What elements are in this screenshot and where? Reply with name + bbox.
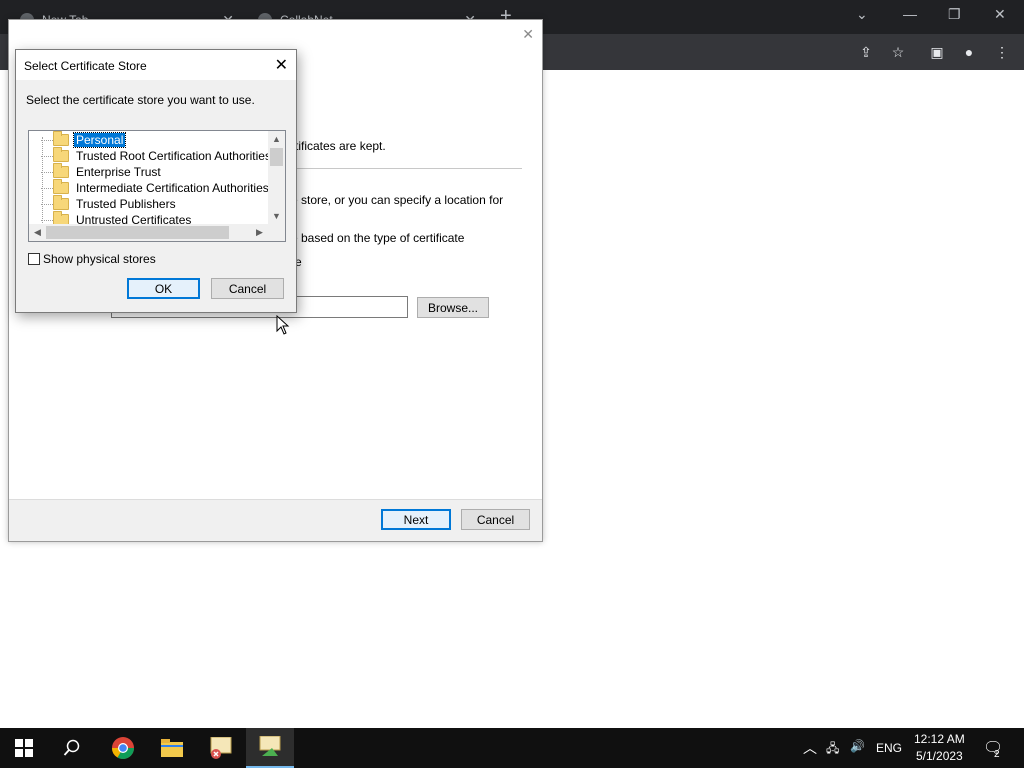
cancel-button[interactable]: Cancel <box>211 278 284 299</box>
divider <box>285 168 522 169</box>
browse-button[interactable]: Browse... <box>417 297 489 318</box>
chrome-taskbar-button[interactable] <box>99 728 147 768</box>
certificate-icon <box>210 737 232 759</box>
tree-item-label: Personal <box>72 132 127 148</box>
tree-item-label: Intermediate Certification Authorities <box>76 181 269 195</box>
vertical-scrollbar[interactable]: ▲ ▼ <box>268 131 285 224</box>
wizard-store-text: e store, or you can specify a location f… <box>291 193 504 207</box>
search-button[interactable] <box>48 728 96 768</box>
language-indicator[interactable]: ENG <box>876 741 902 755</box>
start-button[interactable] <box>0 728 48 768</box>
tree-item-intermediate[interactable]: Intermediate Certification Authorities <box>29 179 271 196</box>
scroll-down-icon[interactable]: ▼ <box>268 208 285 224</box>
side-panel-icon[interactable]: ▣ <box>929 44 945 60</box>
folder-icon <box>53 195 69 210</box>
tree-item-trusted-publishers[interactable]: Trusted Publishers <box>29 195 178 212</box>
tree-item-label: Trusted Publishers <box>76 197 176 211</box>
clock-date[interactable]: 5/1/2023 <box>916 749 963 763</box>
show-physical-stores-checkbox[interactable] <box>28 253 40 265</box>
chrome-icon <box>112 737 134 759</box>
close-window-icon[interactable]: ✕ <box>994 6 1006 23</box>
folder-icon <box>53 179 69 194</box>
wizard-footer: Next Cancel <box>9 499 542 541</box>
folder-icon <box>161 739 183 757</box>
profile-icon[interactable]: ● <box>961 44 977 60</box>
certificate-import-wizard-button[interactable] <box>246 728 294 768</box>
bookmark-star-icon[interactable]: ☆ <box>890 44 906 60</box>
scroll-thumb[interactable] <box>270 148 283 166</box>
share-icon[interactable]: ⇪ <box>858 44 874 60</box>
volume-icon[interactable]: 🔊 <box>850 739 865 753</box>
certificate-wizard-icon <box>259 736 281 756</box>
certificate-manager-button[interactable] <box>197 728 245 768</box>
dialog-title: Select Certificate Store <box>24 59 147 73</box>
close-icon[interactable]: ✕ <box>522 26 534 43</box>
restore-icon[interactable]: ❐ <box>948 6 961 23</box>
scroll-right-icon[interactable]: ▶ <box>251 224 268 241</box>
show-hidden-icons-chevron-icon[interactable]: ︿ <box>803 738 817 758</box>
horizontal-scrollbar[interactable]: ◀ ▶ <box>29 224 285 241</box>
ok-button[interactable]: OK <box>127 278 200 299</box>
select-certificate-store-dialog: Select Certificate Store ✕ Select the ce… <box>15 49 297 313</box>
tab-search-chevron-icon[interactable]: ⌄ <box>856 6 868 23</box>
tree-item-trusted-root[interactable]: Trusted Root Certification Authorities <box>29 147 273 164</box>
menu-kebab-icon[interactable]: ⋮ <box>994 44 1010 60</box>
taskbar: ︿ 🖧 🔊 ENG 12:12 AM 5/1/2023 🗨 2 <box>0 728 1024 768</box>
wizard-intro-text: rtificates are kept. <box>291 139 386 153</box>
network-icon[interactable]: 🖧 <box>826 739 839 760</box>
clock-time[interactable]: 12:12 AM <box>914 732 965 746</box>
search-icon <box>63 739 80 756</box>
show-physical-stores-label[interactable]: Show physical stores <box>43 252 156 266</box>
file-explorer-button[interactable] <box>148 728 196 768</box>
folder-icon <box>53 147 69 162</box>
folder-icon <box>53 163 69 178</box>
next-button[interactable]: Next <box>381 509 451 530</box>
tree-item-label: Enterprise Trust <box>76 165 161 179</box>
cancel-button[interactable]: Cancel <box>461 509 530 530</box>
tree-item-personal[interactable]: Personal <box>29 131 127 148</box>
close-icon[interactable]: ✕ <box>275 55 288 75</box>
auto-select-store-option[interactable]: e based on the type of certificate <box>291 231 464 245</box>
tree-item-enterprise-trust[interactable]: Enterprise Trust <box>29 163 163 180</box>
dialog-titlebar: Select Certificate Store ✕ <box>16 50 296 80</box>
notification-count-badge: 2 <box>994 749 1000 760</box>
folder-icon <box>53 131 69 146</box>
mouse-pointer-icon <box>276 315 290 335</box>
certificate-store-tree[interactable]: Personal Trusted Root Certification Auth… <box>28 130 286 242</box>
dialog-prompt: Select the certificate store you want to… <box>26 93 255 107</box>
scroll-left-icon[interactable]: ◀ <box>29 224 46 241</box>
windows-logo-icon <box>15 739 33 757</box>
scroll-up-icon[interactable]: ▲ <box>268 131 285 147</box>
tree-item-label: Trusted Root Certification Authorities <box>76 149 271 163</box>
minimize-icon[interactable]: — <box>903 6 917 22</box>
scroll-thumb[interactable] <box>46 226 229 239</box>
